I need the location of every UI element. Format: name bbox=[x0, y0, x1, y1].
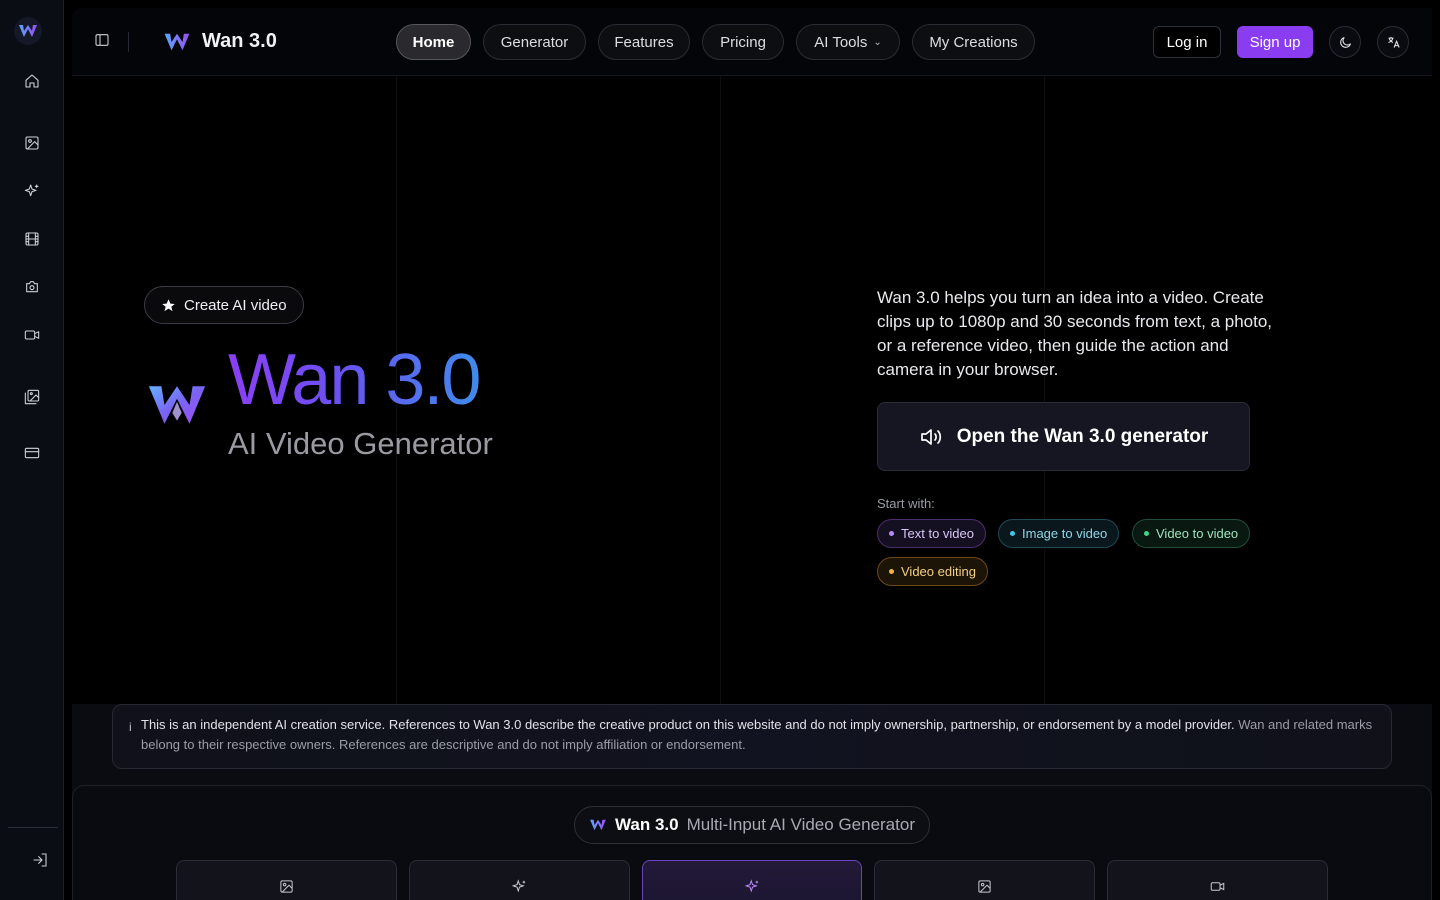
dot-icon bbox=[1144, 531, 1149, 536]
image-icon bbox=[280, 880, 293, 893]
wan-hero-logo-icon bbox=[148, 386, 206, 424]
camera-icon bbox=[26, 281, 38, 293]
dot-icon bbox=[1010, 531, 1015, 536]
sidebar-panel-icon bbox=[95, 34, 109, 46]
mode-tab-sparkles[interactable] bbox=[409, 860, 630, 900]
rail-divider bbox=[8, 827, 58, 828]
tag-label: Video to video bbox=[1156, 526, 1239, 541]
star-icon bbox=[162, 298, 175, 311]
speaker-icon bbox=[920, 428, 941, 445]
language-button[interactable] bbox=[1377, 26, 1409, 58]
sparkles-icon bbox=[512, 879, 526, 893]
hero-title: Wan 3.0 bbox=[228, 340, 481, 420]
rail-camera-button[interactable] bbox=[20, 275, 44, 299]
left-rail bbox=[0, 0, 64, 900]
start-with-label: Start with: bbox=[877, 496, 935, 511]
rail-sign-in-button[interactable] bbox=[28, 848, 52, 872]
tag-label: Video editing bbox=[901, 564, 976, 579]
image-icon bbox=[25, 136, 39, 150]
nav-home[interactable]: Home bbox=[396, 24, 471, 60]
generator-badge: Wan 3.0 Multi-Input AI Video Generator bbox=[574, 806, 930, 844]
nav-generator-label: Generator bbox=[500, 33, 569, 51]
badge-name: Wan 3.0 bbox=[615, 815, 679, 834]
header-divider bbox=[128, 32, 129, 52]
brand-link[interactable]: Wan 3.0 bbox=[162, 30, 277, 53]
info-icon: i bbox=[129, 720, 132, 734]
brand-name: Wan 3.0 bbox=[202, 30, 277, 52]
video-icon bbox=[24, 330, 40, 340]
nav-home-label: Home bbox=[412, 33, 455, 51]
wan-logo-icon bbox=[590, 819, 606, 831]
rail-gallery-button[interactable] bbox=[20, 385, 44, 409]
rail-home-button[interactable] bbox=[20, 69, 44, 93]
chevron-down-icon: ⌄ bbox=[873, 36, 882, 48]
login-button[interactable]: Log in bbox=[1153, 26, 1221, 58]
signup-button[interactable]: Sign up bbox=[1237, 26, 1313, 58]
nav-ai-tools-dropdown[interactable]: AI Tools ⌄ bbox=[796, 24, 900, 60]
wan-logo-icon bbox=[164, 33, 190, 50]
open-generator-button[interactable]: Open the Wan 3.0 generator bbox=[877, 402, 1250, 471]
disclaimer-notice: i This is an independent AI creation ser… bbox=[112, 704, 1392, 769]
rail-image-button[interactable] bbox=[20, 131, 44, 155]
rail-video-button[interactable] bbox=[20, 323, 44, 347]
sparkles-icon bbox=[24, 184, 39, 197]
nav-generator[interactable]: Generator bbox=[483, 24, 586, 60]
rail-film-button[interactable] bbox=[20, 227, 44, 251]
tag-video-editing[interactable]: Video editing bbox=[877, 557, 988, 586]
mode-tab-image[interactable] bbox=[176, 860, 397, 900]
sparkles-icon bbox=[744, 879, 758, 893]
tag-label: Image to video bbox=[1022, 526, 1108, 541]
nav-features[interactable]: Features bbox=[598, 24, 690, 60]
film-icon bbox=[25, 232, 39, 246]
tag-image-to-video[interactable]: Image to video bbox=[998, 519, 1120, 548]
mode-tab-sparkles-active[interactable] bbox=[642, 860, 862, 900]
tag-label: Text to video bbox=[901, 526, 974, 541]
notice-main-text: This is an independent AI creation servi… bbox=[141, 717, 1235, 732]
hero-description: Wan 3.0 helps you turn an idea into a vi… bbox=[877, 288, 1273, 379]
chip-label: Create AI video bbox=[184, 296, 287, 314]
image-icon bbox=[978, 880, 991, 893]
video-icon bbox=[1210, 882, 1225, 891]
dot-icon bbox=[889, 531, 894, 536]
translate-icon bbox=[1387, 36, 1400, 48]
nav-ai-tools-label: AI Tools bbox=[814, 33, 868, 51]
sidebar-toggle-button[interactable] bbox=[92, 30, 112, 50]
tag-video-to-video[interactable]: Video to video bbox=[1132, 519, 1251, 548]
dot-icon bbox=[889, 569, 894, 574]
mode-tab-image-2[interactable] bbox=[874, 860, 1095, 900]
home-icon bbox=[25, 74, 39, 88]
sign-in-icon bbox=[33, 853, 47, 867]
nav-my-creations-label: My Creations bbox=[929, 33, 1018, 51]
open-generator-label: Open the Wan 3.0 generator bbox=[956, 425, 1209, 447]
nav-my-creations[interactable]: My Creations bbox=[912, 24, 1035, 60]
create-ai-video-chip[interactable]: Create AI video bbox=[144, 286, 304, 324]
badge-description: Multi-Input AI Video Generator bbox=[686, 815, 915, 834]
credit-card-icon bbox=[24, 447, 40, 459]
nav-pricing[interactable]: Pricing bbox=[702, 24, 784, 60]
top-header: Wan 3.0 Home Generator Features Pricing … bbox=[72, 8, 1432, 76]
moon-icon bbox=[1339, 36, 1351, 48]
nav-pricing-label: Pricing bbox=[720, 33, 766, 51]
gallery-icon bbox=[24, 389, 40, 405]
rail-sparkles-button[interactable] bbox=[20, 179, 44, 203]
tag-text-to-video[interactable]: Text to video bbox=[877, 519, 986, 548]
wan-logo-icon bbox=[19, 25, 37, 37]
rail-logo[interactable] bbox=[14, 17, 42, 45]
rail-billing-button[interactable] bbox=[20, 441, 44, 465]
nav-features-label: Features bbox=[614, 33, 674, 51]
hero-subtitle: AI Video Generator bbox=[228, 426, 493, 461]
theme-toggle-button[interactable] bbox=[1329, 26, 1361, 58]
mode-tab-video[interactable] bbox=[1107, 860, 1328, 900]
main-panel: Wan 3.0 Home Generator Features Pricing … bbox=[72, 8, 1432, 900]
